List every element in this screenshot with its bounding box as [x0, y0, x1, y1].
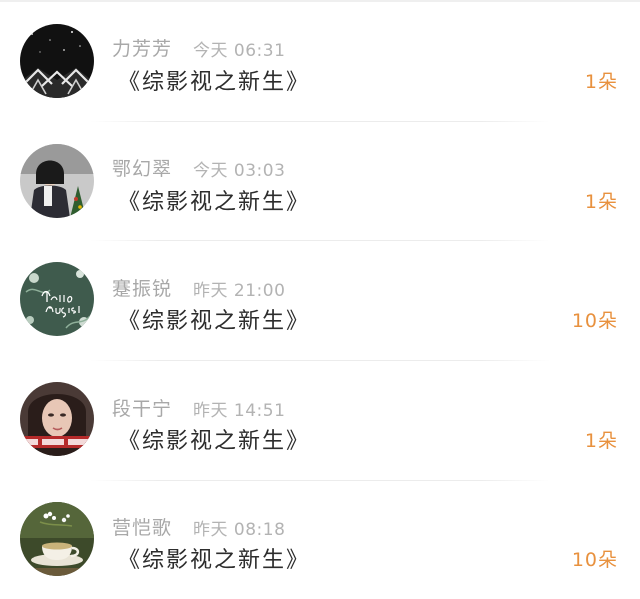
avatar[interactable] — [20, 502, 94, 576]
woman-portrait-avatar-image — [20, 382, 94, 456]
girl-with-christmas-tree-avatar-image — [20, 144, 94, 218]
timestamp: 昨天 21:00 — [193, 281, 286, 301]
list-item[interactable]: 力芳芳 今天 06:31 《综影视之新生》 1朵 — [0, 0, 640, 122]
timestamp: 今天 03:03 — [193, 161, 286, 181]
avatar[interactable] — [20, 24, 94, 98]
timestamp: 今天 06:31 — [193, 41, 286, 61]
flower-count: 1朵 — [584, 191, 618, 213]
book-title: 《综影视之新生》 — [118, 190, 311, 215]
sender-name: 鄂幻翠 — [112, 158, 173, 180]
book-title: 《综影视之新生》 — [118, 429, 311, 454]
flower-count: 1朵 — [584, 71, 618, 93]
timestamp: 昨天 08:18 — [193, 520, 286, 540]
avatar[interactable] — [20, 262, 94, 336]
flower-count: 1朵 — [584, 430, 618, 452]
teacup-with-flowers-avatar-image — [20, 502, 94, 576]
sender-name: 营恺歌 — [112, 517, 173, 539]
list-item[interactable]: 段干宁 昨天 14:51 《综影视之新生》 1朵 — [0, 360, 640, 481]
avatar[interactable] — [20, 144, 94, 218]
flower-count: 10朵 — [571, 549, 618, 571]
list-item[interactable]: 营恺歌 昨天 08:18 《综影视之新生》 10朵 — [0, 480, 640, 598]
avatar[interactable] — [20, 382, 94, 456]
timestamp: 昨天 14:51 — [193, 401, 286, 421]
sender-name: 蹇振锐 — [112, 278, 173, 300]
book-title: 《综影视之新生》 — [118, 309, 311, 334]
sender-name: 力芳芳 — [112, 38, 173, 60]
flower-count: 10朵 — [571, 310, 618, 332]
hello-august-floral-avatar-image — [20, 262, 94, 336]
sender-name: 段干宁 — [112, 398, 173, 420]
list-item[interactable]: 鄂幻翠 今天 03:03 《综影视之新生》 1朵 — [0, 120, 640, 241]
book-title: 《综影视之新生》 — [118, 70, 311, 95]
book-title: 《综影视之新生》 — [118, 548, 311, 573]
list-item[interactable]: 蹇振锐 昨天 21:00 《综影视之新生》 10朵 — [0, 240, 640, 361]
dark-geometric-avatar-image — [20, 24, 94, 98]
